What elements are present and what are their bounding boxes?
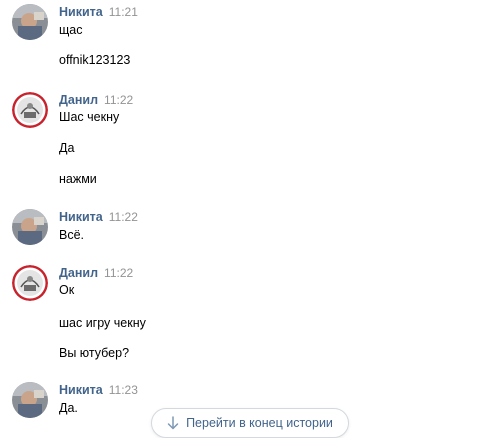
user-photo-nikita-icon — [12, 4, 48, 40]
message-group: Данил 11:22 Шас чекну Да нажми — [12, 92, 482, 192]
user-photo-nikita-icon — [12, 209, 48, 245]
message-header: Данил 11:22 — [59, 92, 133, 108]
user-photo-nikita-icon — [12, 382, 48, 418]
user-photo-danil-icon — [12, 265, 48, 301]
message-time[interactable]: 11:22 — [104, 266, 133, 280]
user-photo-danil-icon — [12, 92, 48, 128]
message-group: Никита 11:22 Всё. — [12, 209, 482, 249]
message-text: Шас чекну — [59, 110, 120, 124]
message-time[interactable]: 11:22 — [104, 93, 133, 107]
jump-to-end-button[interactable]: Перейти в конец истории — [151, 408, 349, 438]
message-text: шас игру чекну — [59, 316, 146, 330]
avatar-nikita[interactable] — [12, 209, 48, 245]
author-name[interactable]: Никита — [59, 383, 103, 397]
message-header: Никита 11:21 — [59, 4, 138, 20]
message-header: Никита 11:22 — [59, 209, 138, 225]
message-history: Никита 11:21 щас offnik123123 Данил 11:22 … — [0, 0, 498, 438]
author-name[interactable]: Никита — [59, 210, 103, 224]
jump-to-end-label: Перейти в конец истории — [186, 416, 333, 430]
avatar-danil[interactable] — [12, 92, 48, 128]
author-name[interactable]: Данил — [59, 266, 98, 280]
message-text: Всё. — [59, 228, 85, 242]
message-text: Вы ютубер? — [59, 346, 130, 360]
message-text: нажми — [59, 172, 97, 186]
message-group: Данил 11:22 Ок шас игру чекну Вы ютубер? — [12, 265, 482, 365]
message-header: Данил 11:22 — [59, 265, 133, 281]
message-text: щас — [59, 23, 83, 37]
message-time[interactable]: 11:22 — [109, 210, 138, 224]
message-header: Никита 11:23 — [59, 382, 138, 398]
arrow-down-icon — [167, 416, 179, 430]
avatar-nikita[interactable] — [12, 382, 48, 418]
author-name[interactable]: Данил — [59, 93, 98, 107]
message-text: Да. — [59, 401, 78, 415]
avatar-danil[interactable] — [12, 265, 48, 301]
message-text: offnik123123 — [59, 53, 131, 67]
avatar-nikita[interactable] — [12, 4, 48, 40]
message-group: Никита 11:21 щас offnik123123 — [12, 4, 482, 74]
message-text: Да — [59, 141, 75, 155]
message-time[interactable]: 11:21 — [109, 5, 138, 19]
message-text: Ок — [59, 283, 75, 297]
message-time[interactable]: 11:23 — [109, 383, 138, 397]
author-name[interactable]: Никита — [59, 5, 103, 19]
